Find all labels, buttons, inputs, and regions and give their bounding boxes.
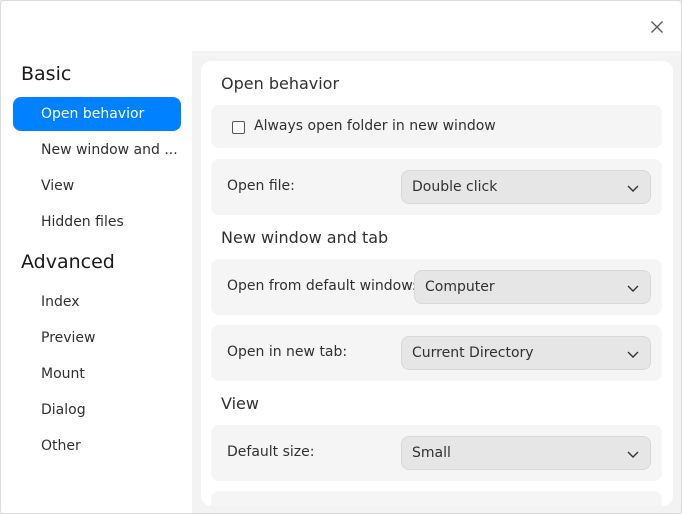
always-open-new-window-label[interactable]: Always open folder in new window bbox=[254, 118, 496, 134]
sidebar-item-view[interactable]: View bbox=[13, 169, 181, 203]
section-title-new-window-and-tab: New window and tab bbox=[221, 228, 389, 247]
new-tab-row: Open in new tab: Current Directory bbox=[211, 325, 662, 381]
sidebar-item-preview[interactable]: Preview bbox=[13, 321, 181, 355]
open-file-row: Open file: Double click bbox=[211, 159, 662, 215]
next-setting-row bbox=[211, 491, 662, 506]
default-size-row: Default size: Small bbox=[211, 425, 662, 481]
close-button[interactable] bbox=[641, 11, 673, 43]
sidebar-item-new-window-and-tab[interactable]: New window and ... bbox=[13, 133, 181, 167]
new-tab-value: Current Directory bbox=[412, 345, 534, 361]
default-size-label: Default size: bbox=[227, 444, 315, 460]
default-size-value: Small bbox=[412, 445, 451, 461]
settings-panel[interactable]: Open behavior Always open folder in new … bbox=[201, 61, 673, 506]
close-icon bbox=[651, 21, 663, 33]
always-open-new-window-checkbox[interactable] bbox=[232, 121, 245, 134]
open-file-value: Double click bbox=[412, 179, 498, 195]
new-tab-dropdown[interactable]: Current Directory bbox=[401, 336, 651, 370]
chevron-down-icon bbox=[627, 451, 639, 458]
open-file-dropdown[interactable]: Double click bbox=[401, 170, 651, 204]
default-size-dropdown[interactable]: Small bbox=[401, 436, 651, 470]
open-file-label: Open file: bbox=[227, 178, 295, 194]
sidebar-item-dialog[interactable]: Dialog bbox=[13, 393, 181, 427]
sidebar-item-other[interactable]: Other bbox=[13, 429, 181, 463]
sidebar-group-basic: Basic bbox=[21, 63, 72, 85]
section-title-view: View bbox=[221, 394, 259, 413]
default-window-dropdown[interactable]: Computer bbox=[414, 270, 651, 304]
settings-window: Basic Open behavior New window and ... V… bbox=[0, 0, 682, 514]
default-window-label: Open from default window: bbox=[227, 278, 417, 294]
section-title-open-behavior: Open behavior bbox=[221, 74, 340, 93]
default-window-value: Computer bbox=[425, 279, 495, 295]
sidebar-item-hidden-files[interactable]: Hidden files bbox=[13, 205, 181, 239]
sidebar-item-mount[interactable]: Mount bbox=[13, 357, 181, 391]
new-tab-label: Open in new tab: bbox=[227, 344, 348, 360]
sidebar-item-index[interactable]: Index bbox=[13, 285, 181, 319]
default-window-row: Open from default window: Computer bbox=[211, 259, 662, 315]
sidebar-item-open-behavior[interactable]: Open behavior bbox=[13, 97, 181, 131]
always-open-new-window-row: Always open folder in new window bbox=[211, 105, 662, 148]
chevron-down-icon bbox=[627, 351, 639, 358]
sidebar: Basic Open behavior New window and ... V… bbox=[1, 1, 192, 513]
chevron-down-icon bbox=[627, 185, 639, 192]
sidebar-group-advanced: Advanced bbox=[21, 251, 115, 273]
chevron-down-icon bbox=[627, 285, 639, 292]
